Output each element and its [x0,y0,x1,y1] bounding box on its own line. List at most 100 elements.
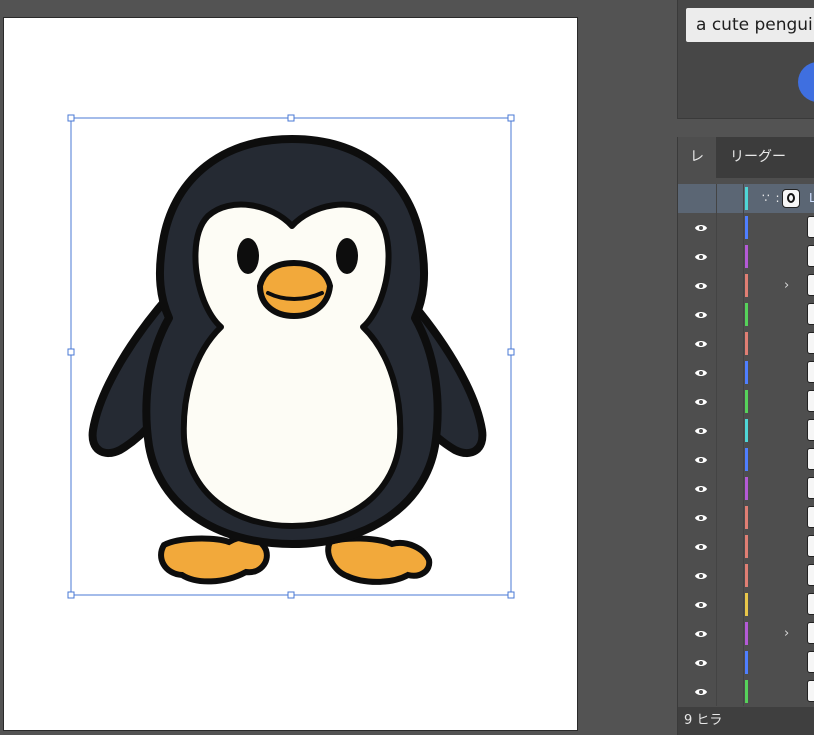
lock-cell[interactable] [716,184,744,213]
eye-icon[interactable] [686,561,716,590]
layer-row[interactable] [678,648,814,677]
layer-thumbnail [807,651,814,673]
layer-row[interactable] [678,300,814,329]
eye-icon[interactable] [686,648,716,677]
eye-icon[interactable] [686,271,716,300]
layer-row[interactable] [678,677,814,706]
penguin-beak [256,259,334,320]
layer-type-icons: ∵ : [762,191,781,205]
handle-middle-right[interactable] [507,348,515,356]
layer-name[interactable]: L [809,184,814,213]
handle-top-left[interactable] [67,114,75,122]
layer-group-header[interactable]: ∵ : L [678,184,814,213]
layer-thumbnail [807,216,814,238]
layer-row[interactable] [678,474,814,503]
eye-icon[interactable] [686,387,716,416]
layer-row[interactable]: › [678,619,814,648]
layer-color-bar [745,245,748,268]
layer-thumbnail [807,593,814,615]
layer-row[interactable] [678,445,814,474]
handle-middle-left[interactable] [67,348,75,356]
layer-thumbnail [807,274,814,296]
penguin-illustration[interactable] [88,135,487,585]
layer-color-bar [745,448,748,471]
handle-top-middle[interactable] [287,114,295,122]
lock-cell[interactable] [716,561,744,590]
layer-row[interactable] [678,416,814,445]
layer-row[interactable] [678,358,814,387]
layer-row[interactable] [678,503,814,532]
eye-icon[interactable] [686,619,716,648]
lock-cell[interactable] [716,445,744,474]
layer-thumbnail [807,564,814,586]
layer-row[interactable] [678,329,814,358]
lock-cell[interactable] [716,242,744,271]
layer-color-bar [745,680,748,703]
tab-layers[interactable]: レ [678,137,716,178]
layers-panel: レ リーグー ∵ : L › › 9 ヒラ [677,137,814,735]
layer-color-bar [745,274,748,297]
lock-cell[interactable] [716,677,744,706]
handle-bottom-left[interactable] [67,591,75,599]
layer-row[interactable] [678,242,814,271]
layer-color-bar [745,622,748,645]
handle-bottom-middle[interactable] [287,591,295,599]
layer-thumbnail [807,506,814,528]
layer-color-bar [745,390,748,413]
expand-chevron-icon[interactable]: › [784,619,789,648]
lock-cell[interactable] [716,358,744,387]
lock-cell[interactable] [716,213,744,242]
lock-cell[interactable] [716,300,744,329]
eye-icon[interactable] [686,213,716,242]
layer-row[interactable] [678,561,814,590]
layer-thumbnail [807,622,814,644]
layer-color-bar [745,477,748,500]
layer-thumbnail [807,419,814,441]
lock-cell[interactable] [716,416,744,445]
handle-top-right[interactable] [507,114,515,122]
layer-row[interactable] [678,532,814,561]
layer-row[interactable] [678,213,814,242]
layer-color-bar [745,593,748,616]
layer-color-bar [745,187,748,210]
eye-icon[interactable] [686,677,716,706]
eye-icon[interactable] [686,300,716,329]
layer-color-bar [745,564,748,587]
tab-secondary[interactable]: リーグー [730,137,786,178]
lock-cell[interactable] [716,503,744,532]
generate-button[interactable] [798,62,814,102]
artboard[interactable] [3,17,578,731]
lock-cell[interactable] [716,329,744,358]
layer-thumbnail [807,361,814,383]
lock-cell[interactable] [716,271,744,300]
eye-icon[interactable] [686,445,716,474]
eye-icon[interactable] [686,329,716,358]
lock-cell[interactable] [716,648,744,677]
layer-color-bar [745,303,748,326]
layer-color-bar [745,332,748,355]
eye-icon[interactable] [686,474,716,503]
layer-thumbnail [807,448,814,470]
layer-row[interactable]: › [678,271,814,300]
lock-cell[interactable] [716,619,744,648]
penguin-right-foot [325,535,433,585]
layer-thumbnail [807,390,814,412]
lock-cell[interactable] [716,590,744,619]
layer-row[interactable] [678,590,814,619]
layer-color-bar [745,216,748,239]
lock-cell[interactable] [716,474,744,503]
eye-icon[interactable] [686,590,716,619]
lock-cell[interactable] [716,532,744,561]
layer-row[interactable] [678,387,814,416]
panel-footer-status: 9 ヒラ [678,707,814,735]
expand-chevron-icon[interactable]: › [784,271,789,300]
layer-thumbnail [807,680,814,702]
eye-icon[interactable] [686,242,716,271]
eye-icon[interactable] [686,503,716,532]
eye-icon[interactable] [686,358,716,387]
lock-cell[interactable] [716,387,744,416]
eye-icon[interactable] [686,532,716,561]
handle-bottom-right[interactable] [507,591,515,599]
eye-icon[interactable] [686,416,716,445]
prompt-input[interactable]: a cute penguin [686,8,814,42]
